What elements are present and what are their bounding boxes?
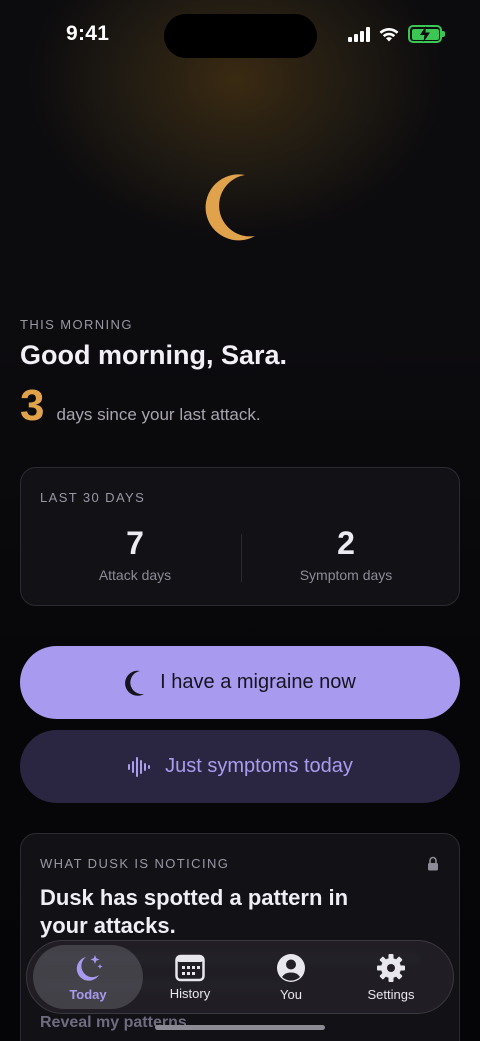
tab-settings-label: Settings bbox=[367, 986, 415, 1002]
symptom-days-label: Symptom days bbox=[299, 567, 393, 584]
tab-settings[interactable]: Settings bbox=[336, 945, 446, 1009]
log-migraine-button[interactable]: I have a migraine now bbox=[20, 646, 460, 719]
tab-today[interactable]: Today bbox=[33, 945, 143, 1009]
streak-summary: 3 days since your last attack. bbox=[20, 384, 261, 428]
attack-days-value: 7 bbox=[126, 525, 144, 561]
insight-title: Dusk has spotted a pattern in your attac… bbox=[40, 885, 349, 938]
battery-charging-icon bbox=[408, 25, 445, 43]
log-symptoms-button[interactable]: Just symptoms today bbox=[20, 730, 460, 803]
person-icon bbox=[277, 953, 305, 982]
symptom-days-stat: 2 Symptom days bbox=[246, 525, 446, 584]
last-30-days-card: LAST 30 DAYS 7 Attack days 2 Symptom day… bbox=[20, 467, 460, 606]
cellular-signal-icon bbox=[348, 26, 370, 42]
symptom-days-value: 2 bbox=[337, 525, 355, 561]
streak-days-text: days since your last attack. bbox=[56, 405, 261, 424]
dynamic-island bbox=[164, 14, 317, 58]
crescent-moon-icon bbox=[125, 670, 145, 696]
tab-bar: Today History You Settings bbox=[26, 940, 454, 1014]
log-migraine-label: I have a migraine now bbox=[160, 671, 356, 693]
streak-days-count: 3 bbox=[20, 381, 45, 430]
gear-icon bbox=[377, 953, 405, 982]
crescent-moon-icon bbox=[205, 174, 255, 241]
lock-icon bbox=[428, 856, 438, 871]
log-symptoms-label: Just symptoms today bbox=[165, 755, 353, 777]
calendar-icon bbox=[175, 954, 205, 981]
tab-you-label: You bbox=[280, 986, 302, 1002]
status-bar: 9:41 bbox=[0, 0, 480, 70]
attack-days-label: Attack days bbox=[98, 567, 172, 584]
moon-stars-icon bbox=[76, 954, 103, 981]
attack-days-stat: 7 Attack days bbox=[35, 525, 235, 584]
section-eyebrow: THIS MORNING bbox=[20, 317, 133, 332]
today-screen: 9:41 THIS MORNING Good morning, Sara. 3 … bbox=[0, 0, 480, 1041]
tab-history-label: History bbox=[169, 985, 211, 1001]
tab-history[interactable]: History bbox=[135, 945, 245, 1009]
status-time: 9:41 bbox=[66, 22, 110, 45]
home-indicator[interactable] bbox=[155, 1025, 325, 1030]
stats-divider bbox=[241, 534, 242, 582]
greeting-title: Good morning, Sara. bbox=[20, 340, 288, 370]
tab-today-label: Today bbox=[69, 986, 107, 1002]
wifi-icon bbox=[379, 27, 399, 42]
stats-card-label: LAST 30 DAYS bbox=[40, 490, 146, 505]
tab-you[interactable]: You bbox=[236, 945, 346, 1009]
status-icons bbox=[348, 25, 445, 43]
insight-card-label: WHAT DUSK IS NOTICING bbox=[40, 856, 230, 871]
waveform-icon bbox=[128, 756, 151, 777]
